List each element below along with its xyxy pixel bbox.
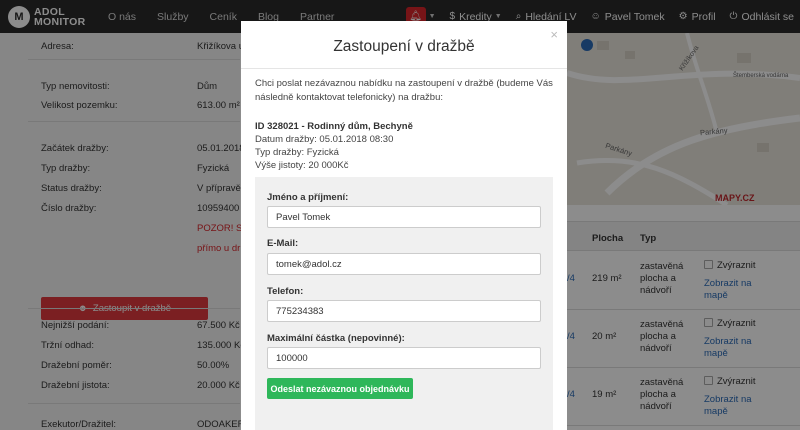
max-amount-label: Maximální částka (nepovinné): — [267, 333, 405, 344]
auction-type-line: Typ dražby: Fyzická — [255, 147, 339, 158]
phone-label: Telefon: — [267, 286, 304, 297]
divider — [241, 68, 567, 69]
name-label: Jméno a příjmení: — [267, 192, 349, 203]
representation-modal: Zastoupení v dražbě × Chci poslat nezáva… — [241, 21, 567, 430]
submit-order-button[interactable]: Odeslat nezávaznou objednávku — [267, 378, 413, 399]
phone-input[interactable]: 775234383 — [267, 300, 541, 322]
auction-id-heading: ID 328021 - Rodinný dům, Bechyně — [255, 121, 413, 132]
name-input[interactable]: Pavel Tomek — [267, 206, 541, 228]
modal-intro-text: Chci poslat nezávaznou nabídku na zastou… — [255, 78, 553, 103]
order-form: Jméno a příjmení: Pavel Tomek E-Mail: to… — [255, 177, 553, 430]
email-input[interactable]: tomek@adol.cz — [267, 253, 541, 275]
max-amount-input[interactable]: 100000 — [267, 347, 541, 369]
auction-deposit-line: Výše jistoty: 20 000Kč — [255, 160, 349, 171]
close-icon[interactable]: × — [550, 27, 558, 42]
auction-date-line: Datum dražby: 05.01.2018 08:30 — [255, 134, 394, 145]
modal-title: Zastoupení v dražbě — [333, 38, 475, 55]
email-label: E-Mail: — [267, 238, 299, 249]
